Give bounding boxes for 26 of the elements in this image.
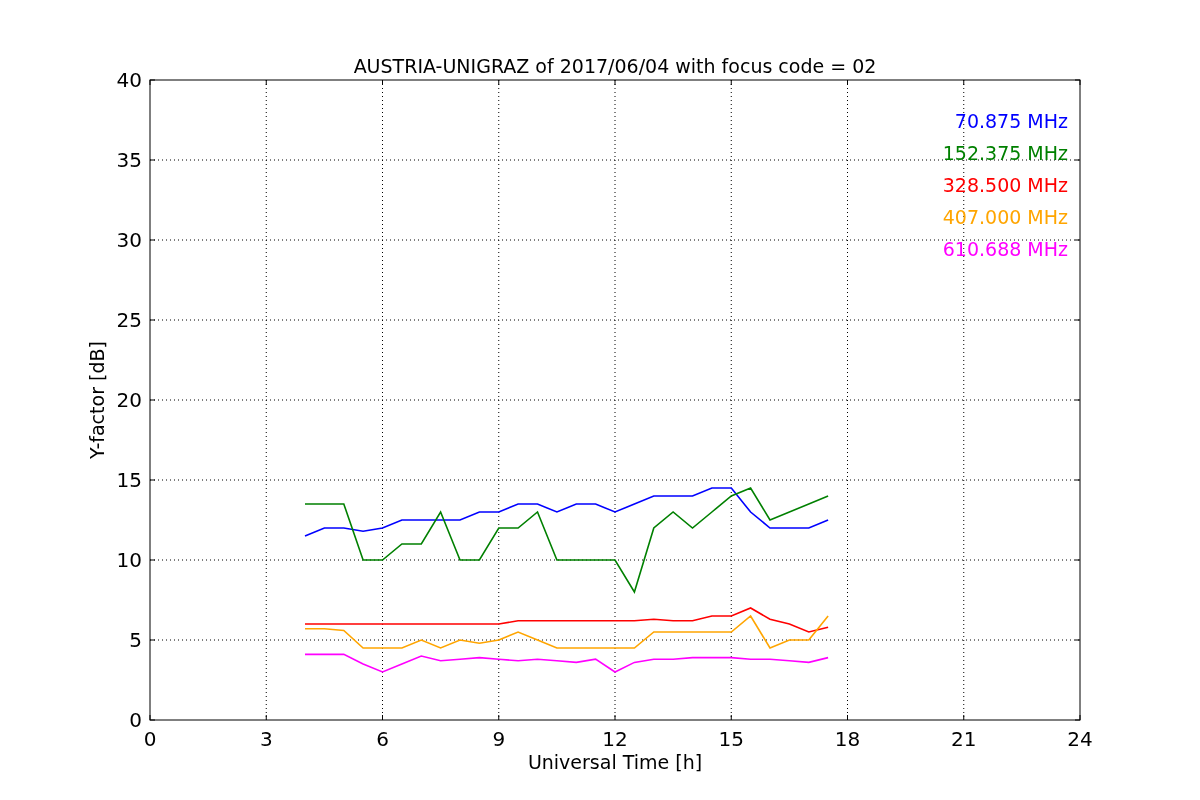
x-axis-label: Universal Time [h] bbox=[527, 751, 703, 773]
x-tick-label: 18 bbox=[834, 727, 861, 751]
y-tick-label: 15 bbox=[116, 468, 142, 492]
y-tick-label: 5 bbox=[129, 628, 142, 652]
legend-label: 70.875 MHz bbox=[954, 110, 1068, 132]
y-tick-label: 0 bbox=[129, 708, 142, 732]
x-tick-label: 12 bbox=[602, 727, 628, 751]
x-tick-label: 24 bbox=[1067, 727, 1093, 751]
x-tick-label: 15 bbox=[718, 727, 744, 751]
chart-title: AUSTRIA-UNIGRAZ of 2017/06/04 with focus code = 02 bbox=[353, 55, 877, 77]
legend-label: 152.375 MHz bbox=[942, 142, 1068, 164]
y-tick-label: 10 bbox=[116, 548, 142, 572]
x-tick-label: 6 bbox=[376, 727, 389, 751]
y-tick-label: 25 bbox=[116, 308, 142, 332]
y-tick-label: 35 bbox=[116, 148, 142, 172]
y-tick-label: 40 bbox=[116, 68, 142, 92]
x-tick-label: 21 bbox=[951, 727, 977, 751]
y-axis-label: Y-factor [dB] bbox=[86, 341, 108, 459]
x-tick-label: 3 bbox=[259, 727, 273, 751]
legend-label: 610.688 MHz bbox=[942, 238, 1068, 260]
x-tick-label: 0 bbox=[143, 727, 157, 751]
legend-label: 328.500 MHz bbox=[942, 174, 1068, 196]
y-tick-label: 20 bbox=[116, 388, 142, 412]
x-tick-label: 9 bbox=[492, 727, 506, 751]
y-tick-label: 30 bbox=[116, 228, 142, 252]
legend-label: 407.000 MHz bbox=[942, 206, 1068, 228]
